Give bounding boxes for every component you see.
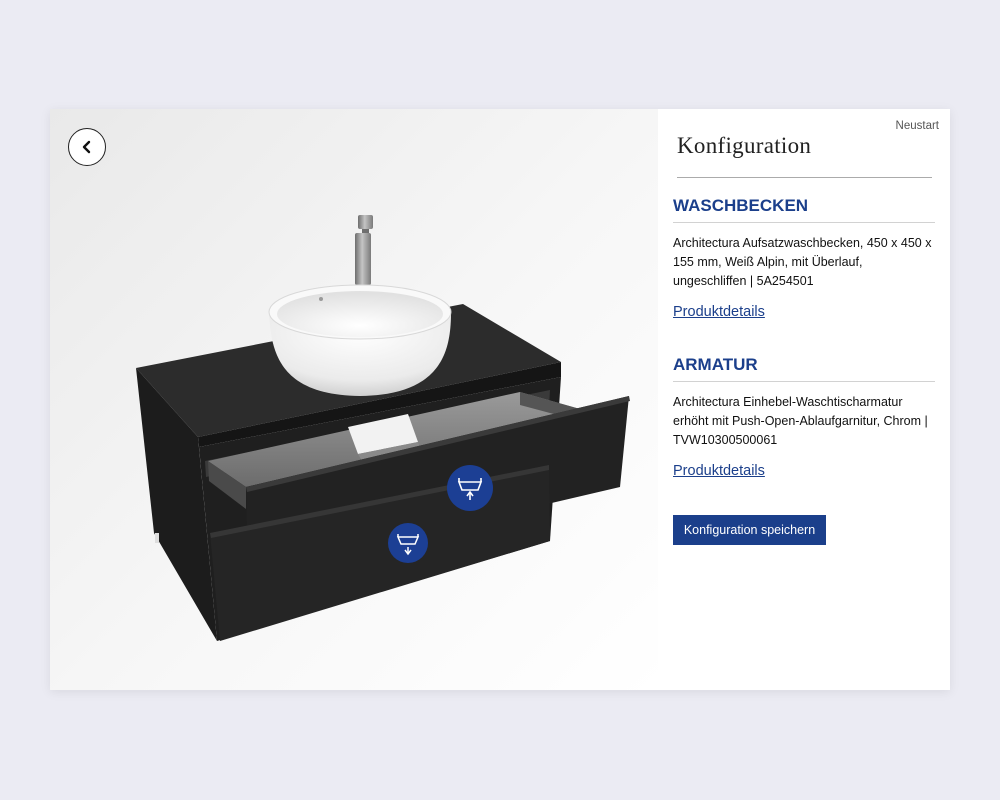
configuration-panel: Neustart Konfiguration WASCHBECKEN Archi… — [658, 109, 950, 690]
chevron-left-icon — [82, 140, 91, 154]
save-configuration-button[interactable]: Konfiguration speichern — [673, 515, 826, 545]
panel-title: Konfiguration — [677, 133, 812, 158]
vanity-unit-render — [136, 215, 630, 641]
section-divider — [673, 222, 935, 223]
section-heading-washbasin: WASCHBECKEN — [673, 196, 809, 215]
section-divider — [673, 381, 935, 382]
faucet-details-link[interactable]: Produktdetails — [673, 463, 765, 479]
faucet-description: Architectura Einhebel-Waschtischarmatur … — [673, 395, 928, 447]
configurator-card: Neustart Konfiguration WASCHBECKEN Archi… — [50, 109, 950, 690]
washbasin-description: Architectura Aufsatzwaschbecken, 450 x 4… — [673, 236, 932, 288]
title-divider — [677, 177, 932, 178]
drawer-open-hotspot[interactable] — [447, 465, 493, 511]
drawer-close-hotspot[interactable] — [388, 523, 428, 563]
faucet — [355, 215, 373, 285]
product-3d-viewer[interactable] — [50, 109, 658, 690]
washbasin — [268, 284, 452, 396]
section-heading-faucet: ARMATUR — [673, 355, 758, 374]
restart-link[interactable]: Neustart — [896, 120, 939, 132]
washbasin-details-link[interactable]: Produktdetails — [673, 304, 765, 320]
back-button[interactable] — [68, 128, 106, 166]
